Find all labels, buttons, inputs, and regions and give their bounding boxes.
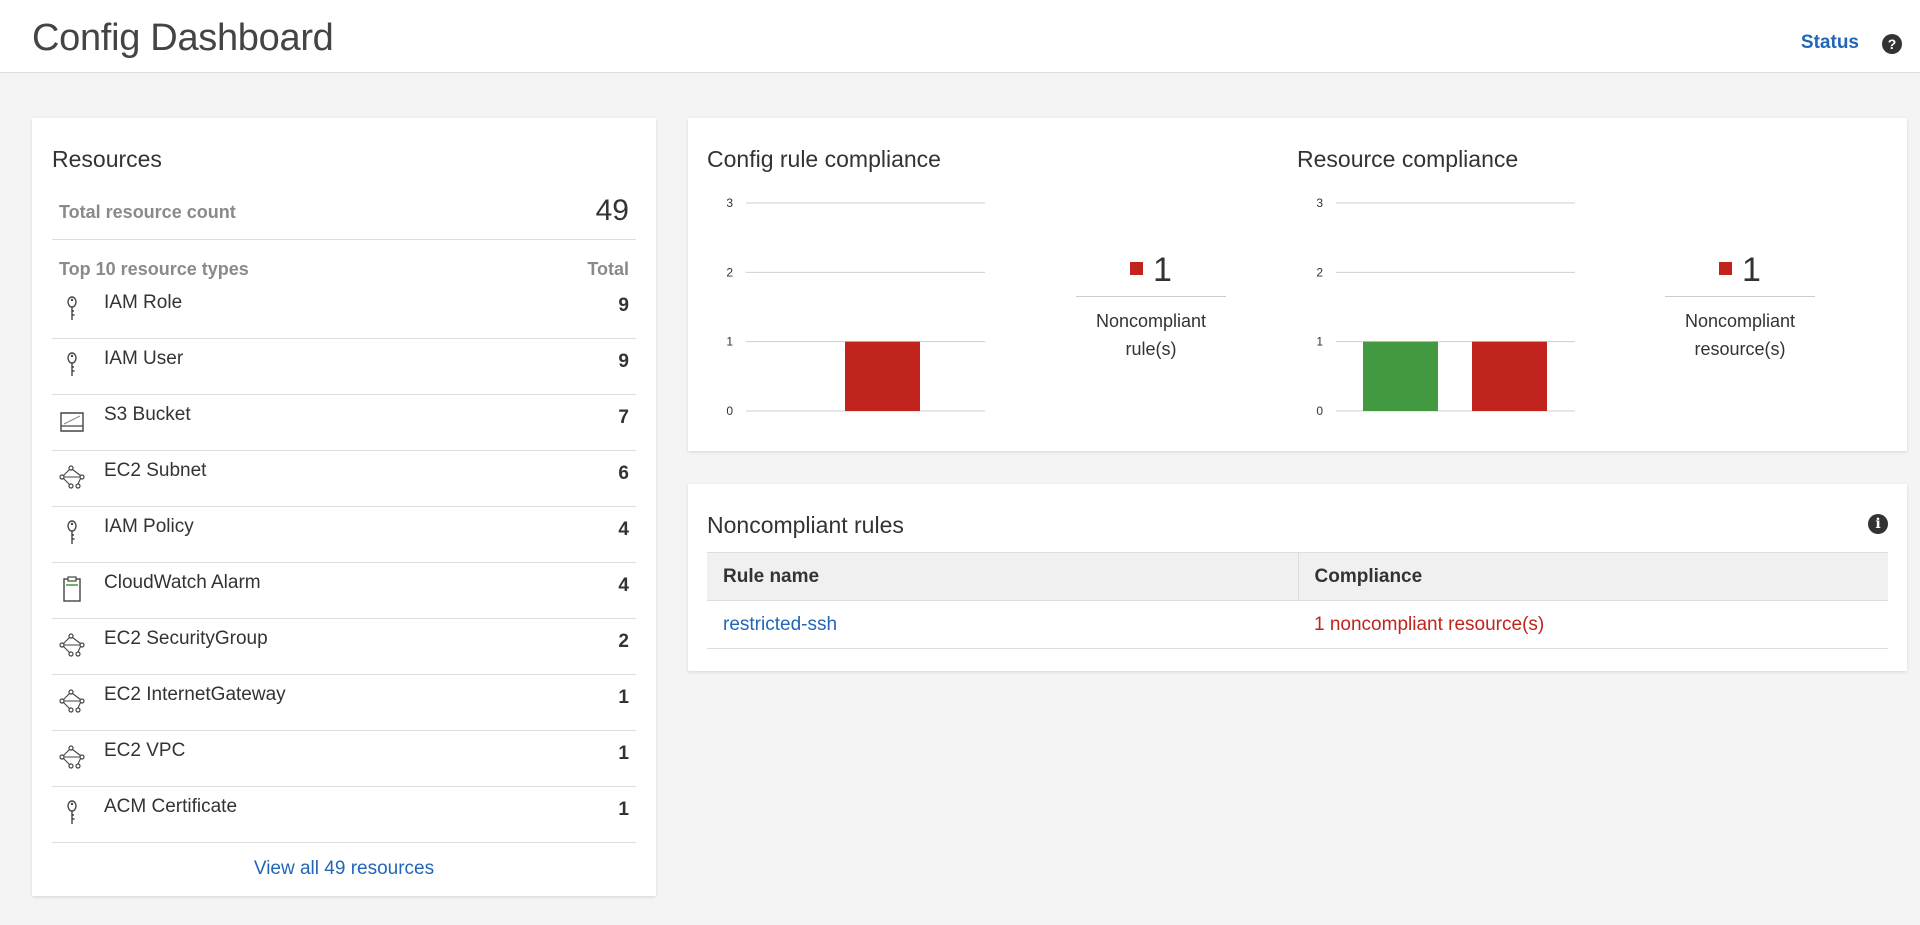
list-item[interactable]: EC2 Subnet 6	[52, 451, 636, 507]
status-link[interactable]: Status	[1801, 32, 1859, 54]
rule-legend-label-1: Noncompliant	[1095, 311, 1207, 331]
y-tick-label: 3	[1316, 196, 1323, 210]
noncompliant-rules-table: Rule name Compliance restricted-ssh 1 no…	[707, 552, 1888, 649]
y-tick-label: 2	[1316, 265, 1323, 279]
resources-panel: Resources Total resource count 49 Top 10…	[32, 118, 656, 896]
bar[interactable]	[1472, 341, 1547, 411]
y-tick-label: 1	[726, 335, 733, 349]
resource-legend-label-2: resource(s)	[1694, 339, 1786, 359]
list-item[interactable]: IAM Policy 4	[52, 507, 636, 563]
config-rule-compliance-chart: 0 1 2 3	[707, 196, 1007, 448]
rule-name-link[interactable]: restricted-ssh	[723, 614, 837, 635]
total-resource-label: Total resource count	[59, 202, 236, 222]
resource-type-name: IAM Role	[104, 292, 183, 313]
resource-types-header: Top 10 resource types Total	[52, 259, 636, 283]
resource-type-name: EC2 Subnet	[104, 460, 207, 481]
resource-type-count: 9	[618, 295, 629, 316]
network-icon	[58, 631, 86, 659]
resource-type-name: EC2 InternetGateway	[104, 684, 286, 705]
resource-type-count: 4	[618, 519, 629, 540]
y-tick-label: 2	[726, 265, 733, 279]
resource-type-count: 6	[618, 463, 629, 484]
key-icon	[58, 799, 86, 827]
info-circle-icon[interactable]: i	[1868, 514, 1888, 534]
resource-types-label: Top 10 resource types	[59, 259, 249, 279]
y-tick-label: 3	[726, 196, 733, 210]
resource-type-name: EC2 SecurityGroup	[104, 628, 268, 649]
network-icon	[58, 743, 86, 771]
y-tick-label: 0	[726, 404, 733, 418]
resource-type-count: 4	[618, 575, 629, 596]
total-resource-row: Total resource count 49	[52, 194, 636, 240]
config-rule-chart-svg: 0 1 2 3	[726, 196, 985, 418]
rule-name-header[interactable]: Rule name	[707, 552, 1298, 601]
resource-legend-count: 1	[1742, 251, 1761, 289]
resource-list: IAM Role 9 IAM User 9 S3 Bucket 7 EC2 Subnet 6 I…	[52, 283, 636, 843]
resource-total-header: Total	[587, 259, 629, 279]
resource-type-name: CloudWatch Alarm	[104, 572, 261, 593]
resource-type-count: 7	[618, 407, 629, 428]
key-icon	[58, 295, 86, 323]
resource-type-name: IAM User	[104, 348, 184, 369]
rule-legend: 1 Noncompliant rule(s)	[1076, 251, 1226, 363]
list-item[interactable]: IAM Role 9	[52, 283, 636, 339]
page-title: Config Dashboard	[32, 17, 334, 59]
bucket-icon	[58, 407, 86, 435]
noncompliant-rules-panel: Noncompliant rules i Rule name Complianc…	[688, 484, 1907, 671]
resource-type-count: 1	[618, 687, 629, 708]
compliance-panel: Config rule compliance 0 1 2 3 1 Noncomplia…	[688, 118, 1907, 451]
resource-compliance-title: Resource compliance	[1297, 146, 1519, 172]
resource-legend-label-1: Noncompliant	[1684, 311, 1796, 331]
resource-type-count: 1	[618, 799, 629, 820]
resource-type-name: ACM Certificate	[104, 796, 238, 817]
noncompliant-swatch	[1130, 262, 1144, 275]
compliance-header[interactable]: Compliance	[1297, 552, 1888, 601]
list-item[interactable]: CloudWatch Alarm 4	[52, 563, 636, 619]
total-resource-value: 49	[595, 194, 629, 227]
network-icon	[58, 463, 86, 491]
table-header-row: Rule name Compliance	[707, 552, 1888, 601]
rule-legend-label-2: rule(s)	[1125, 339, 1177, 359]
key-icon	[58, 519, 86, 547]
list-item[interactable]: ACM Certificate 1	[52, 787, 636, 843]
resource-legend: 1 Noncompliant resource(s)	[1665, 251, 1815, 363]
resource-type-count: 9	[618, 351, 629, 372]
noncompliant-swatch	[1719, 262, 1733, 275]
network-icon	[58, 687, 86, 715]
compliance-status-link[interactable]: 1 noncompliant resource(s)	[1314, 614, 1544, 635]
resource-compliance-chart: 0 1 2 3	[1297, 196, 1597, 448]
key-icon	[58, 351, 86, 379]
config-rule-compliance-title: Config rule compliance	[707, 146, 941, 172]
resource-type-count: 2	[618, 631, 629, 652]
resource-type-name: EC2 VPC	[104, 740, 186, 761]
top-bar: Config Dashboard Status ?	[0, 0, 1920, 73]
resource-type-count: 1	[618, 743, 629, 764]
resource-type-name: S3 Bucket	[104, 404, 191, 425]
view-all-resources-link[interactable]: View all 49 resources	[32, 858, 656, 880]
list-item[interactable]: IAM User 9	[52, 339, 636, 395]
clipboard-icon	[58, 575, 86, 603]
bar[interactable]	[845, 341, 920, 411]
list-item[interactable]: EC2 VPC 1	[52, 731, 636, 787]
noncompliant-rules-title: Noncompliant rules	[707, 512, 904, 538]
table-row: restricted-ssh 1 noncompliant resource(s…	[707, 600, 1888, 649]
resource-chart-svg: 0 1 2 3	[1316, 196, 1575, 418]
question-circle-icon[interactable]: ?	[1882, 34, 1902, 54]
bar[interactable]	[1363, 341, 1438, 411]
resource-type-name: IAM Policy	[104, 516, 194, 537]
list-item[interactable]: S3 Bucket 7	[52, 395, 636, 451]
list-item[interactable]: EC2 InternetGateway 1	[52, 675, 636, 731]
resources-title: Resources	[52, 146, 162, 172]
y-tick-label: 1	[1316, 335, 1323, 349]
list-item[interactable]: EC2 SecurityGroup 2	[52, 619, 636, 675]
y-tick-label: 0	[1316, 404, 1323, 418]
rule-legend-count: 1	[1153, 251, 1172, 289]
